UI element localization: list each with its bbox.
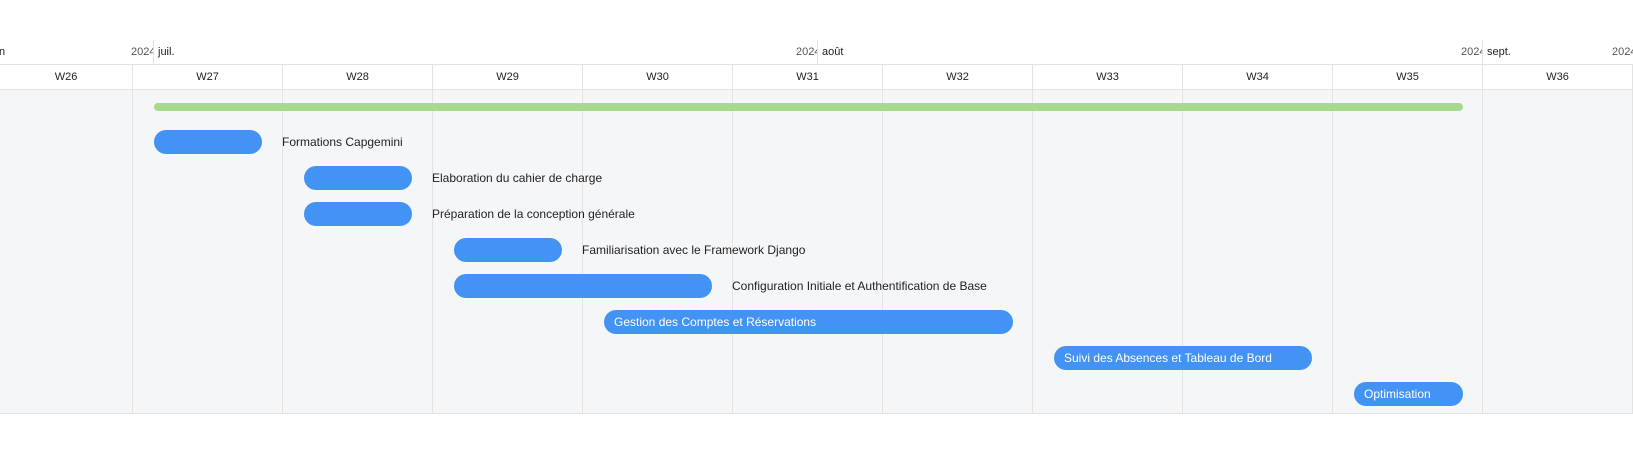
month-cell-july: juil. 2024 — [153, 40, 818, 64]
month-cell-june: n 2024 — [0, 40, 153, 64]
week-cell: W30 — [583, 65, 733, 89]
month-year: 2024 — [796, 46, 818, 58]
gantt-grid: Formations Capgemini Elaboration du cahi… — [0, 90, 1633, 414]
grid-line — [1332, 90, 1333, 413]
grid-line — [1482, 90, 1483, 413]
task-label: Configuration Initiale et Authentificati… — [732, 279, 987, 293]
week-header-row: W26 W27 W28 W29 W30 W31 W32 W33 W34 W35 … — [0, 65, 1633, 90]
task-bar-gestion-comptes[interactable]: Gestion des Comptes et Réservations — [604, 310, 1013, 334]
month-name: sept. — [1487, 46, 1511, 58]
week-cell: W31 — [733, 65, 883, 89]
month-year: 2024 — [131, 46, 153, 58]
grid-line — [132, 90, 133, 413]
grid-line — [432, 90, 433, 413]
task-bar-suivi-absences[interactable]: Suivi des Absences et Tableau de Bord — [1054, 346, 1312, 370]
month-year: 2024 — [1612, 46, 1633, 58]
grid-line — [882, 90, 883, 413]
project-summary-bar[interactable] — [154, 103, 1463, 111]
task-label: Suivi des Absences et Tableau de Bord — [1064, 351, 1272, 365]
week-cell: W35 — [1333, 65, 1483, 89]
week-cell: W29 — [433, 65, 583, 89]
task-bar-optimisation[interactable]: Optimisation — [1354, 382, 1463, 406]
month-header-row: n 2024 juil. 2024 août 2024 sept. 2024 — [0, 40, 1633, 65]
task-label: Optimisation — [1364, 387, 1431, 401]
task-label: Elaboration du cahier de charge — [432, 171, 603, 185]
task-label: Gestion des Comptes et Réservations — [614, 315, 817, 329]
week-cell: W28 — [283, 65, 433, 89]
month-cell-september: sept. 2024 — [1482, 40, 1633, 64]
grid-line — [1032, 90, 1033, 413]
month-name: n — [0, 46, 5, 58]
gantt-toolbar-area — [0, 0, 1633, 41]
week-cell: W32 — [883, 65, 1033, 89]
task-label: Familiarisation avec le Framework Django — [582, 243, 806, 257]
month-name: août — [822, 46, 844, 58]
week-cell: W34 — [1183, 65, 1333, 89]
task-label: Formations Capgemini — [282, 135, 403, 149]
week-cell: W26 — [0, 65, 133, 89]
month-cell-august: août 2024 — [817, 40, 1483, 64]
task-label: Préparation de la conception générale — [432, 207, 635, 221]
task-bar-cahier-de-charge[interactable] — [304, 166, 412, 190]
week-cell: W33 — [1033, 65, 1183, 89]
task-bar-conception-generale[interactable] — [304, 202, 412, 226]
month-year: 2024 — [1461, 46, 1483, 58]
task-bar-django[interactable] — [454, 238, 562, 262]
week-cell: W27 — [133, 65, 283, 89]
task-bar-configuration[interactable] — [454, 274, 712, 298]
task-bar-formations[interactable] — [154, 130, 262, 154]
month-name: juil. — [158, 46, 175, 58]
week-cell: W36 — [1483, 65, 1633, 89]
